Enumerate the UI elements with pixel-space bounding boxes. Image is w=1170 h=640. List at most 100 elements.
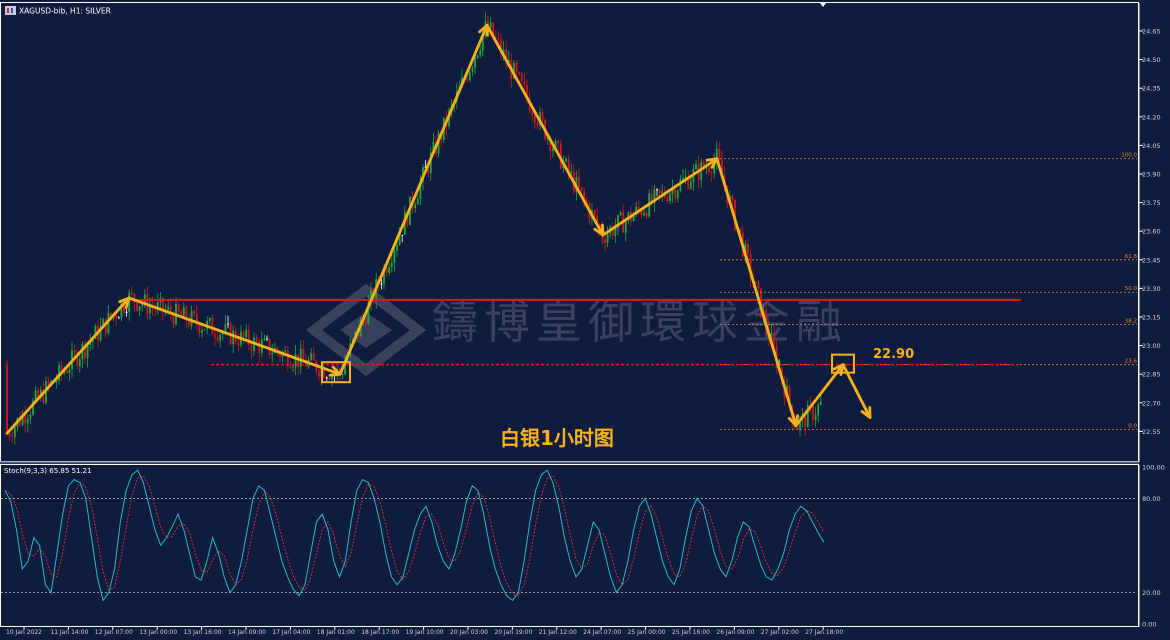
candle-body xyxy=(533,115,536,124)
candle-body xyxy=(245,329,248,338)
time-tick-label: 13 Jan 00:00 xyxy=(139,629,177,636)
price-tick-label: 24.35 xyxy=(1142,85,1161,93)
price-tick-label: 22.55 xyxy=(1142,428,1161,436)
zigzag-segment[interactable] xyxy=(5,296,131,435)
candle-body xyxy=(471,67,474,72)
candle-body xyxy=(817,404,820,416)
fibonacci-retracement[interactable]: 100.0 61.8 50.0 38.2 23.6 0.0 xyxy=(720,153,1137,430)
fib-level-label: 61.8 xyxy=(1125,254,1138,260)
price-tick-label: 23.90 xyxy=(1142,171,1161,179)
price-tick-label: 24.50 xyxy=(1142,56,1161,64)
stoch-tick-label: 80.00 xyxy=(1142,495,1161,503)
fib-level-label: 23.6 xyxy=(1125,359,1138,365)
symbol-icon xyxy=(5,6,16,15)
candle-body xyxy=(8,433,11,437)
candle-body xyxy=(593,210,596,216)
stochastic-oscillator xyxy=(1,469,1137,602)
zigzag-segment[interactable] xyxy=(794,363,845,428)
price-tick-label: 23.45 xyxy=(1142,256,1161,264)
candle-body xyxy=(643,213,645,216)
candle-body xyxy=(11,436,14,438)
candle-body xyxy=(271,353,274,355)
candlesticks xyxy=(6,12,822,445)
time-tick-label: 21 Jan 12:00 xyxy=(539,629,577,636)
candle-body xyxy=(216,337,219,341)
zigzag-segment[interactable] xyxy=(127,296,342,376)
stoch-tick-label: 20.00 xyxy=(1142,589,1161,597)
price-tick-label: 23.00 xyxy=(1142,342,1161,350)
candle-body xyxy=(661,191,664,194)
candle-body xyxy=(523,81,526,86)
candle-body xyxy=(86,345,89,359)
stoch-tick-label: 0.00 xyxy=(1142,621,1156,629)
candle-body xyxy=(531,111,534,116)
chart-canvas[interactable]: XAGUSD-bib, H1: SILVER 鑄博皇御環球金融 100.0 61.… xyxy=(0,0,1170,640)
candle-body xyxy=(388,266,391,273)
stoch-signal-line xyxy=(4,475,825,597)
candle-body xyxy=(289,366,292,368)
price-tick-label: 24.05 xyxy=(1142,142,1161,150)
price-tick-label: 23.75 xyxy=(1142,199,1161,207)
price-tick-label: 22.85 xyxy=(1142,371,1161,379)
candle-body xyxy=(390,262,393,267)
candle-body xyxy=(754,281,757,283)
stoch-axis: 100.00 80.00 20.00 0.00 xyxy=(1138,464,1165,629)
candle-body xyxy=(773,332,775,346)
candle-body xyxy=(177,303,180,312)
candle-body xyxy=(695,164,697,170)
time-tick-label: 25 Jan 00:00 xyxy=(628,629,666,636)
zigzag-segment[interactable] xyxy=(601,157,719,237)
candle-body xyxy=(416,198,419,205)
price-tick-label: 23.60 xyxy=(1142,228,1161,236)
time-tick-label: 27 Jan 02:00 xyxy=(761,629,799,636)
candle-body xyxy=(266,338,268,340)
candle-body xyxy=(731,195,734,201)
candle-body xyxy=(708,167,710,173)
candle-body xyxy=(401,234,404,236)
candle-body xyxy=(328,377,331,380)
candle-body xyxy=(578,177,580,188)
time-tick-label: 20 Jan 19:00 xyxy=(494,629,532,636)
candle-body xyxy=(541,111,544,120)
watermark-text: 鑄博皇御環球金融 xyxy=(432,295,848,349)
price-tick-label: 24.65 xyxy=(1142,28,1161,36)
candle-body xyxy=(188,321,190,326)
candle-body xyxy=(364,319,367,325)
candle-body xyxy=(29,414,32,419)
candle-body xyxy=(497,38,500,40)
candle-body xyxy=(580,187,583,191)
candle-body xyxy=(341,374,344,376)
zigzag-segment[interactable] xyxy=(485,23,605,237)
candle-body xyxy=(292,366,294,368)
candle-body xyxy=(479,50,482,55)
price-tick-label: 23.30 xyxy=(1142,285,1161,293)
candle-body xyxy=(393,250,396,263)
time-tick-label: 24 Jan 07:00 xyxy=(583,629,621,636)
chart-caption: 白银1小时图 xyxy=(500,426,614,450)
candle-body xyxy=(515,63,518,73)
candle-body xyxy=(710,172,713,174)
candle-body xyxy=(747,243,749,255)
candle-body xyxy=(190,311,193,326)
candle-body xyxy=(6,364,8,434)
candle-body xyxy=(674,188,677,198)
fib-level-label: 0.0 xyxy=(1128,423,1137,429)
candle-body xyxy=(310,353,313,360)
candle-body xyxy=(656,189,658,191)
fib-level-label: 38.2 xyxy=(1125,319,1137,325)
scroll-marker-icon[interactable] xyxy=(820,3,826,7)
candle-body xyxy=(814,415,817,421)
candle-body xyxy=(73,350,76,353)
candle-body xyxy=(718,148,721,160)
candle-body xyxy=(136,303,138,311)
fib-level-label: 100.0 xyxy=(1121,153,1137,159)
candle-body xyxy=(536,123,539,126)
turning-point-boxes xyxy=(321,353,855,384)
candle-body xyxy=(466,79,469,81)
time-tick-label: 18 Jan 17:00 xyxy=(361,629,399,636)
candle-body xyxy=(125,311,128,313)
time-tick-label: 11 Jan 14:00 xyxy=(50,629,88,636)
time-tick-label: 25 Jan 16:00 xyxy=(672,629,710,636)
candle-body xyxy=(606,234,609,243)
candle-body xyxy=(474,57,476,68)
